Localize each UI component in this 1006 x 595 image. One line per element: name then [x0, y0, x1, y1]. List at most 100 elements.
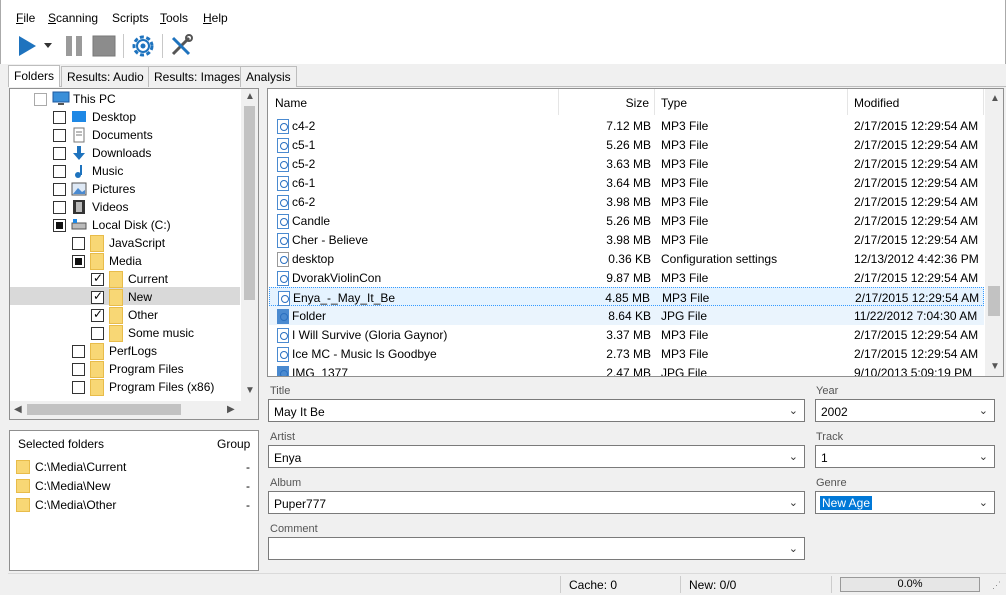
selected-folders-list[interactable]: Selected folders Group C:\Media\Current -… — [9, 430, 259, 571]
pause-button[interactable] — [61, 33, 87, 59]
file-row[interactable]: c6-1 3.64 MB MP3 File 2/17/2015 12:29:54 AM — [269, 173, 984, 192]
file-row[interactable]: IMG_1377 2.47 MB JPG File 9/10/2013 5:09:19… — [269, 363, 984, 376]
file-row[interactable]: desktop 0.36 KB Configuration settings 12/1… — [269, 249, 984, 268]
tree-item-pictures[interactable]: Pictures — [53, 180, 135, 198]
album-combobox[interactable]: Puper777 ⌄ — [268, 491, 805, 514]
chevron-down-icon[interactable]: ⌄ — [789, 450, 798, 463]
chevron-down-icon[interactable]: ⌄ — [789, 496, 798, 509]
selected-folders-header[interactable]: Selected folders — [18, 437, 104, 451]
menu-scripts[interactable]: Scripts — [112, 11, 149, 25]
title-combobox[interactable]: May It Be ⌄ — [268, 399, 805, 422]
file-row[interactable]: c4-2 7.12 MB MP3 File 2/17/2015 12:29:54 AM — [269, 116, 984, 135]
scroll-down-arrow-icon[interactable]: ▼ — [990, 361, 1000, 372]
column-header-name[interactable]: Name — [269, 89, 559, 115]
file-row[interactable]: Candle 5.26 MB MP3 File 2/17/2015 12:29:54 … — [269, 211, 984, 230]
tree-item-videos[interactable]: Videos — [53, 198, 128, 216]
column-header-type[interactable]: Type — [655, 89, 848, 115]
checkbox[interactable] — [53, 218, 66, 232]
file-row[interactable]: Ice MC - Music Is Goodbye 2.73 MB MP3 File… — [269, 344, 984, 363]
checkbox[interactable] — [91, 307, 104, 322]
checkbox[interactable] — [91, 289, 104, 304]
tree-hscroll-thumb[interactable] — [27, 404, 181, 415]
scroll-down-arrow-icon[interactable]: ▼ — [245, 385, 255, 396]
tree-item-program-files[interactable]: Program Files — [72, 360, 184, 378]
file-row[interactable]: I Will Survive (Gloria Gaynor) 3.37 MB MP3… — [269, 325, 984, 344]
filelist-vscrollbar[interactable]: ▲ ▼ — [985, 89, 1003, 376]
chevron-down-icon[interactable]: ⌄ — [979, 450, 988, 463]
scroll-right-arrow-icon[interactable]: ▶ — [227, 404, 235, 415]
menu-help[interactable]: Help — [203, 11, 228, 25]
checkbox[interactable] — [53, 200, 66, 214]
tree-vscroll-thumb[interactable] — [244, 106, 255, 300]
tab-analysis[interactable]: Analysis — [240, 66, 297, 87]
play-button[interactable] — [14, 33, 40, 59]
menu-file[interactable]: File — [16, 11, 35, 25]
chevron-down-icon[interactable]: ⌄ — [789, 404, 798, 417]
scroll-up-arrow-icon[interactable]: ▲ — [990, 93, 1000, 104]
tools-button[interactable] — [167, 33, 195, 59]
checkbox[interactable] — [53, 110, 66, 124]
menu-tools[interactable]: Tools — [160, 11, 188, 25]
file-row[interactable]: Cher - Believe 3.98 MB MP3 File 2/17/2015 1… — [269, 230, 984, 249]
year-combobox[interactable]: 2002 ⌄ — [815, 399, 995, 422]
track-combobox[interactable]: 1 ⌄ — [815, 445, 995, 468]
checkbox[interactable] — [53, 146, 66, 160]
checkbox[interactable] — [72, 344, 85, 358]
tree-item-program-files-x86[interactable]: Program Files (x86) — [72, 378, 214, 396]
tree-item-current[interactable]: Current — [91, 270, 168, 288]
tab-results-audio[interactable]: Results: Audio — [61, 66, 150, 87]
checkbox[interactable] — [53, 164, 66, 178]
tree-item-javascript[interactable]: JavaScript — [72, 234, 165, 252]
checkbox[interactable] — [53, 182, 66, 196]
tree-hscrollbar[interactable]: ◀ ▶ — [10, 401, 258, 419]
checkbox[interactable] — [72, 362, 85, 376]
stop-button[interactable] — [90, 33, 118, 59]
file-list[interactable]: Name Size Type Modified c4-2 7.12 MB MP3 F… — [267, 88, 1004, 377]
file-row[interactable]: c6-2 3.98 MB MP3 File 2/17/2015 12:29:54 AM — [269, 192, 984, 211]
tree-item-some-music[interactable]: Some music — [91, 324, 194, 342]
play-dropdown-button[interactable] — [41, 33, 55, 59]
checkbox[interactable] — [72, 254, 85, 268]
chevron-down-icon[interactable]: ⌄ — [979, 404, 988, 417]
checkbox[interactable] — [91, 271, 104, 286]
selected-folder-row[interactable]: C:\Media\Current - — [16, 458, 254, 476]
file-row[interactable]: DvorakViolinCon 9.87 MB MP3 File 2/17/2015 … — [269, 268, 984, 287]
checkbox[interactable] — [34, 92, 47, 106]
tree-vscrollbar[interactable]: ▲ ▼ — [241, 89, 258, 401]
tree-item-this-pc[interactable]: This PC — [34, 90, 116, 108]
tree-item-desktop[interactable]: Desktop — [53, 108, 136, 126]
menu-scanning[interactable]: Scanning — [48, 11, 98, 25]
settings-button[interactable] — [129, 33, 157, 59]
chevron-down-icon[interactable]: ⌄ — [979, 496, 988, 509]
tree-item-new[interactable]: New — [91, 288, 152, 306]
folder-tree[interactable]: This PC Desktop Documents Downloads Music Pic… — [9, 88, 259, 420]
column-header-modified[interactable]: Modified — [848, 89, 984, 115]
file-row[interactable]: Enya_-_May_It_Be 4.85 MB MP3 File 2/17/2015… — [269, 287, 984, 306]
tree-item-downloads[interactable]: Downloads — [53, 144, 151, 162]
checkbox[interactable] — [91, 326, 104, 340]
checkbox[interactable] — [72, 380, 85, 394]
artist-combobox[interactable]: Enya ⌄ — [268, 445, 805, 468]
comment-combobox[interactable]: ⌄ — [268, 537, 805, 560]
checkbox[interactable] — [72, 236, 85, 250]
tree-item-local-disk-c[interactable]: Local Disk (C:) — [53, 216, 171, 234]
tab-folders[interactable]: Folders — [8, 65, 61, 87]
group-header[interactable]: Group — [217, 437, 250, 451]
resize-grip-icon[interactable]: ⋰ — [992, 580, 1001, 591]
scroll-up-arrow-icon[interactable]: ▲ — [245, 91, 255, 102]
column-header-size[interactable]: Size — [559, 89, 655, 115]
file-row[interactable]: c5-1 5.26 MB MP3 File 2/17/2015 12:29:54 AM — [269, 135, 984, 154]
tree-item-music[interactable]: Music — [53, 162, 123, 180]
scroll-left-arrow-icon[interactable]: ◀ — [14, 404, 22, 415]
tree-item-media[interactable]: Media — [72, 252, 142, 270]
file-row[interactable]: c5-2 3.63 MB MP3 File 2/17/2015 12:29:54 AM — [269, 154, 984, 173]
selected-folder-row[interactable]: C:\Media\Other - — [16, 496, 254, 514]
genre-combobox[interactable]: New Age ⌄ — [815, 491, 995, 514]
chevron-down-icon[interactable]: ⌄ — [789, 542, 798, 555]
selected-folder-row[interactable]: C:\Media\New - — [16, 477, 254, 495]
tree-item-other[interactable]: Other — [91, 306, 158, 324]
file-row[interactable]: Folder 8.64 KB JPG File 11/22/2012 7:04:30 … — [269, 306, 984, 325]
tab-results-images[interactable]: Results: Images — [148, 66, 247, 87]
filelist-vscroll-thumb[interactable] — [988, 286, 1000, 316]
tree-item-perflogs[interactable]: PerfLogs — [72, 342, 157, 360]
